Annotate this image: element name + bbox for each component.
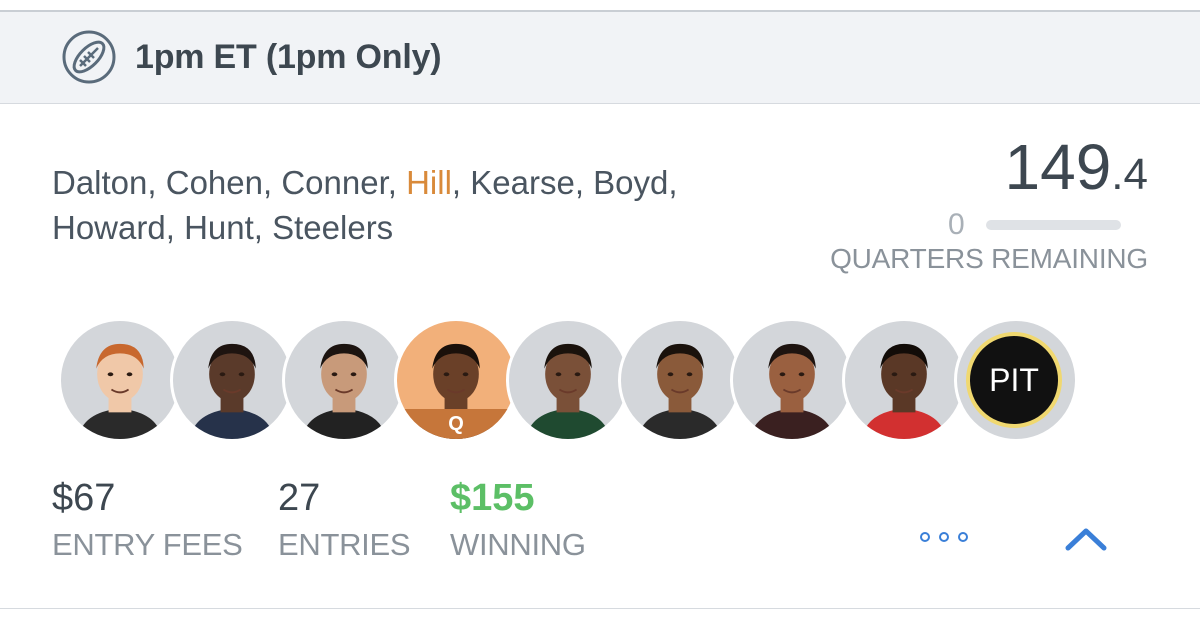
more-dots-icon[interactable] <box>914 522 974 552</box>
player-avatar[interactable] <box>170 318 294 442</box>
player-avatar[interactable] <box>842 318 966 442</box>
player-photo-icon <box>190 343 274 439</box>
lineup-name: Howard <box>52 209 166 246</box>
entry-fees-stat: $67 ENTRY FEES <box>52 478 243 564</box>
team-logo-badge: PIT <box>966 332 1062 428</box>
winning-label: WINNING <box>450 527 586 562</box>
quarters-progress-bar <box>986 220 1121 230</box>
player-avatar[interactable]: Q <box>394 318 518 442</box>
player-avatar[interactable] <box>618 318 742 442</box>
player-avatar[interactable] <box>282 318 406 442</box>
entry-fees-value: $67 <box>52 477 116 519</box>
player-photo-icon <box>638 343 722 439</box>
entries-stat: 27 ENTRIES <box>278 477 411 564</box>
lineup-name: Boyd <box>593 164 669 201</box>
player-photo-icon <box>302 343 386 439</box>
contest-header: 1pm ET (1pm Only) <box>0 10 1200 104</box>
football-icon <box>62 30 116 84</box>
score-integer: 149 <box>1004 131 1112 203</box>
lineup-score: 149.4 <box>1005 130 1148 204</box>
player-avatar[interactable] <box>506 318 630 442</box>
player-avatars: Q PIT <box>58 318 1098 448</box>
lineup-name: Conner <box>281 164 388 201</box>
lineup-name: Dalton <box>52 164 148 201</box>
lineup-name: Steelers <box>272 209 394 246</box>
player-photo-icon <box>526 343 610 439</box>
entries-label: ENTRIES <box>278 527 411 562</box>
player-photo-icon <box>750 343 834 439</box>
top-edge <box>0 0 1200 10</box>
lineup-names: Dalton, Cohen, Conner, Hill, Kearse, Boy… <box>52 164 678 246</box>
team-defense-avatar[interactable]: PIT <box>954 318 1078 442</box>
winning-value: $155 <box>450 477 535 519</box>
quarters-remaining-value: 0 <box>948 208 965 241</box>
questionable-badge: Q <box>397 409 515 439</box>
score-decimal: .4 <box>1111 150 1148 199</box>
chevron-up-icon[interactable] <box>1062 520 1110 556</box>
bottom-divider <box>0 608 1200 609</box>
quarters-remaining-row: 0 <box>848 208 1148 242</box>
player-photo-icon <box>862 343 946 439</box>
quarters-remaining-label: QUARTERS REMAINING <box>830 243 1148 274</box>
lineup-name: Hunt <box>184 209 254 246</box>
player-photo-icon <box>78 343 162 439</box>
winning-stat: $155 WINNING <box>450 478 586 564</box>
entries-value: 27 <box>278 477 321 519</box>
lineup-name: Cohen <box>165 164 263 201</box>
contest-title: 1pm ET (1pm Only) <box>135 38 442 76</box>
player-avatar[interactable] <box>58 318 182 442</box>
entry-fees-label: ENTRY FEES <box>52 527 243 562</box>
lineup-name-highlighted: Hill <box>406 164 452 201</box>
lineup-name: Kearse <box>470 164 575 201</box>
player-avatar[interactable] <box>730 318 854 442</box>
